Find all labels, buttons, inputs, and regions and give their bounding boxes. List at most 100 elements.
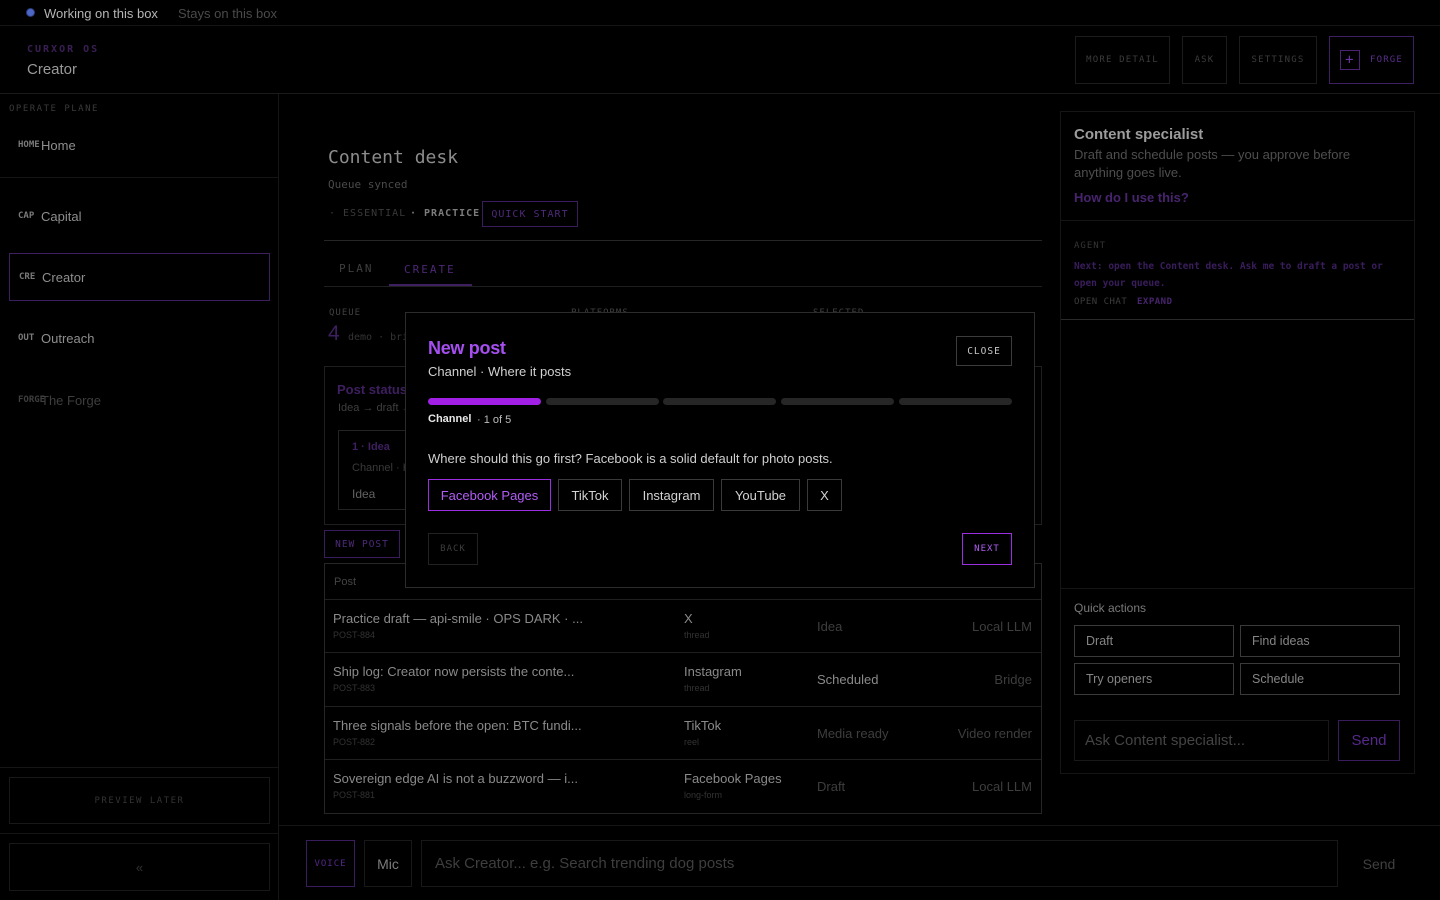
progress-segment-4 [781,398,894,405]
divider [1061,588,1414,589]
idea-stage-title: 1 · Idea [352,441,390,453]
divider [324,240,1042,241]
ask-button[interactable]: ASK [1182,36,1227,84]
quick-action-find-ideas[interactable]: Find ideas [1240,625,1400,657]
nav-label: Outreach [41,330,95,346]
collapse-sidebar-button[interactable]: « [9,843,270,891]
dialog-title: New post [428,338,506,358]
sidebar-item-home[interactable]: HOME Home [9,121,270,169]
option-youtube[interactable]: YouTube [721,479,800,511]
sidebar-item-capital[interactable]: CAP Capital [9,192,270,240]
mode-essential[interactable]: · ESSENTIAL [329,208,406,219]
content-desk-title: Content desk [328,147,459,168]
option-facebook-pages[interactable]: Facebook Pages [428,479,551,511]
ask-specialist-input[interactable]: Ask Content specialist... [1074,720,1329,761]
queue-status: Queue synced [328,178,408,191]
brand-kicker: CURXOR OS [27,44,100,55]
post-id: POST-884 [333,630,376,640]
tab-plan[interactable]: PLAN [339,262,374,275]
nav-code: CAP [18,211,35,221]
column-header-post: Post [334,576,357,588]
post-platform: Instagram [684,664,742,679]
specialist-send-button[interactable]: Send [1338,720,1400,761]
progress-segment-1 [428,398,541,405]
page-title: Creator [27,61,78,78]
step-name: Channel [428,413,472,425]
sidebar-item-outreach[interactable]: OUT Outreach [9,314,270,362]
post-status: Draft [817,779,846,794]
post-status: Scheduled [817,672,879,687]
progress-segment-2 [546,398,659,405]
agent-kicker: AGENT [1074,241,1107,251]
next-button[interactable]: NEXT [962,533,1012,565]
nav-code: OUT [18,333,35,343]
divider [0,833,279,834]
table-row[interactable]: Sovereign edge AI is not a buzzword — i.… [325,759,1041,812]
forge-button-label: FORGE [1369,55,1404,65]
post-title: Three signals before the open: BTC fundi… [333,718,582,733]
sidebar-item-creator[interactable]: CRE Creator [9,253,270,301]
post-title: Sovereign edge AI is not a buzzword — i.… [333,771,578,786]
table-row[interactable]: Three signals before the open: BTC fundi… [325,706,1041,759]
table-row[interactable]: Ship log: Creator now persists the conte… [325,652,1041,705]
sidebar-item-forge[interactable]: FORGE The Forge [9,376,270,424]
dialog-subtitle: Channel · Where it posts [428,364,572,379]
step-count: · 1 of 5 [477,414,512,426]
nav-label: The Forge [41,392,101,408]
settings-button[interactable]: SETTINGS [1239,36,1317,84]
forge-button[interactable]: + FORGE [1329,36,1414,84]
option-instagram[interactable]: Instagram [629,479,714,511]
quick-action-try-openers[interactable]: Try openers [1074,663,1234,695]
post-status-subtitle: Idea → draft → [338,402,413,414]
post-format: thread [684,683,710,693]
divider [279,825,1440,826]
plus-icon: + [1339,50,1360,70]
status-dot-icon [27,9,34,16]
post-format: thread [684,630,710,640]
quick-action-draft[interactable]: Draft [1074,625,1234,657]
tab-create[interactable]: CREATE [404,263,456,276]
more-detail-button[interactable]: MORE DETAIL [1075,36,1170,84]
back-button[interactable]: BACK [428,533,478,565]
queue-count: 4 [328,322,340,345]
new-post-button[interactable]: NEW POST [324,530,400,558]
post-format: long-form [684,790,723,800]
mic-button[interactable]: Mic [364,840,412,887]
post-status: Idea [817,619,843,634]
post-platform: X [684,611,693,626]
queue-note: demo · bri [348,332,409,343]
table-row[interactable]: Practice draft — api-smile · OPS DARK · … [325,599,1041,652]
post-id: POST-883 [333,683,376,693]
nav-label: Creator [42,269,86,285]
voice-button[interactable]: VOICE [306,840,355,887]
post-title: Ship log: Creator now persists the conte… [333,664,575,679]
post-status-title: Post status [337,382,408,397]
creator-send-button[interactable]: Send [1347,840,1411,887]
stays-on-box-label: Stays on this box [178,6,277,21]
post-id: POST-881 [333,790,376,800]
idea-stage-subtitle: Channel · H [352,462,411,474]
progress-segment-5 [899,398,1012,405]
option-x[interactable]: X [807,479,842,511]
sidebar: OPERATE PLANE HOME Home CAP Capital CRE … [0,94,279,900]
quick-action-schedule[interactable]: Schedule [1240,663,1400,695]
agent-message: Next: open the Content desk. Ask me to d… [1074,261,1383,289]
ask-creator-input[interactable]: Ask Creator... e.g. Search trending dog … [421,840,1338,887]
option-tiktok[interactable]: TikTok [558,479,622,511]
post-platform: TikTok [684,718,722,733]
post-format: reel [684,737,700,747]
channel-question: Where should this go first? Facebook is … [428,451,833,466]
specialist-title: Content specialist [1074,126,1204,143]
quick-start-button[interactable]: QUICK START [482,201,578,227]
mode-practice[interactable]: · PRACTICE [410,208,480,219]
app-header: CURXOR OS Creator MORE DETAIL ASK SETTIN… [0,26,1440,94]
post-engine: Video render [957,726,1032,741]
nav-code: HOME [18,140,40,150]
working-on-box-label: Working on this box [44,6,158,21]
close-button[interactable]: CLOSE [956,336,1012,366]
preview-later-button[interactable]: PREVIEW LATER [9,777,270,824]
open-chat-link[interactable]: OPEN CHAT [1074,297,1127,307]
expand-link[interactable]: EXPAND [1137,297,1173,307]
divider [1061,220,1414,221]
help-link[interactable]: How do I use this? [1074,190,1189,205]
